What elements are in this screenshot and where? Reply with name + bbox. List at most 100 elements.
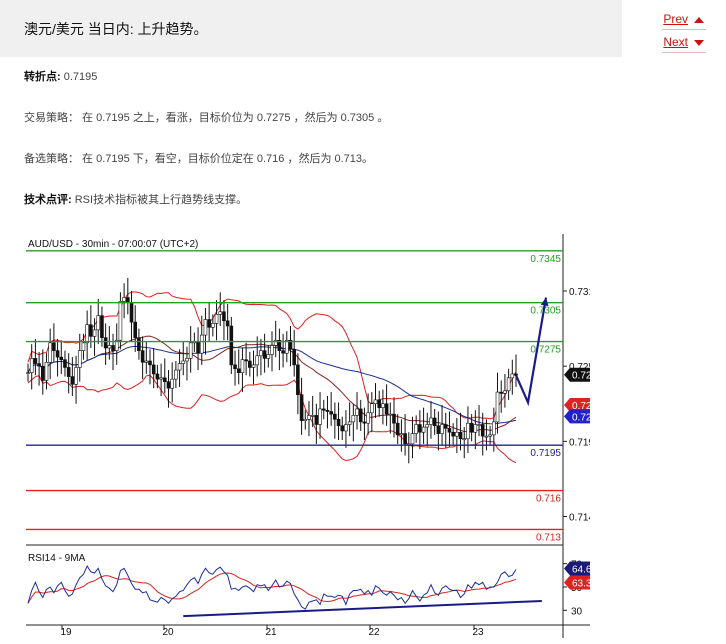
candle-body (355, 408, 359, 416)
nav-divider (662, 29, 706, 30)
candle-body (492, 421, 496, 436)
candle-body (403, 433, 407, 445)
candle-body (399, 433, 404, 436)
candle-body (218, 311, 223, 315)
candle-body (33, 358, 38, 364)
price-tag-label: 0.72173 (572, 412, 590, 423)
candle-body (347, 421, 352, 425)
candle-body (477, 424, 481, 426)
next-label: Next (663, 35, 688, 49)
prev-link[interactable]: Prev (663, 12, 704, 26)
candle-body (495, 391, 500, 423)
candle-body (392, 413, 396, 424)
candle-body (199, 334, 204, 354)
next-link[interactable]: Next (663, 35, 704, 49)
candle-body (314, 415, 319, 425)
candle-body (103, 337, 108, 349)
candle-body (373, 399, 378, 405)
candle-body (466, 422, 470, 440)
candle-body (74, 367, 78, 385)
x-tick-label: 19 (60, 627, 72, 638)
alternative-text: 备选策略： 在 0.7195 下，看空，目标价位定在 0.716 ，然后为 0.… (24, 153, 374, 165)
candle-body (40, 365, 45, 381)
candle-body (333, 413, 337, 420)
candle-body (29, 358, 34, 373)
candle-body (63, 359, 67, 368)
candle-body (303, 419, 308, 421)
candle-body (66, 367, 71, 377)
candle-body (59, 356, 64, 360)
candle-body (447, 428, 452, 433)
candle-body (133, 321, 138, 338)
candle-body (166, 381, 171, 389)
price-tag-label: 0.72494 (572, 371, 590, 382)
candle-body (325, 409, 330, 412)
candle-body (296, 364, 300, 395)
candle-body (111, 345, 115, 351)
candle-body (321, 408, 326, 411)
candle-body (188, 342, 193, 359)
x-tick-label: 21 (265, 627, 277, 638)
rsi-title: RSI14 - 9MA (28, 553, 86, 564)
pivot-label: 转折点: (24, 71, 61, 83)
candle-body (432, 417, 437, 427)
candle-body (318, 408, 322, 425)
strategy-text: 交易策略： 在 0.7195 之上，看涨，目标价位为 0.7275 ，然后为 0… (24, 112, 389, 124)
candle-body (414, 424, 418, 434)
candle-body (55, 350, 60, 358)
candle-body (358, 408, 363, 423)
candle-body (44, 361, 49, 381)
candle-body (148, 360, 152, 366)
candle-body (510, 373, 515, 379)
candle-body (222, 311, 226, 322)
candle-body (170, 378, 174, 389)
y-tick-label: 0.7314 (569, 287, 590, 298)
candle-body (344, 424, 348, 432)
candle-body (52, 342, 56, 351)
candle-body (362, 421, 367, 424)
level-label: 0.713 (536, 532, 561, 543)
title-bar: 澳元/美元 当日内: 上升趋势。 (0, 0, 622, 57)
candle-body (96, 315, 101, 331)
pivot-line: 转折点: 0.7195 (24, 68, 97, 84)
candle-body (37, 363, 41, 367)
candle-body (240, 359, 245, 373)
chart-title: AUD/USD - 30min - 07:00:07 (UTC+2) (28, 239, 198, 250)
candle-body (214, 314, 219, 324)
candle-body (266, 354, 271, 359)
candle-body (443, 424, 448, 429)
candle-body (418, 424, 422, 433)
candle-body (244, 359, 248, 362)
candle-body (480, 424, 485, 437)
level-label: 0.716 (536, 494, 561, 505)
rsi-ma-label: 63.3288 (572, 579, 590, 590)
candle-body (299, 394, 304, 421)
candle-body (196, 341, 200, 354)
candle-body (262, 350, 267, 359)
candle-body (307, 415, 311, 420)
candle-body (410, 433, 415, 445)
candle-body (351, 415, 356, 423)
candle-body (126, 297, 130, 303)
candle-body (436, 425, 441, 434)
price-axis: 0.73140.72560.71980.71400.724940.722600.… (563, 287, 590, 523)
candle-body (140, 350, 145, 363)
comment-label: 技术点评: (24, 194, 72, 206)
candle-body (181, 360, 186, 364)
candle-body (340, 425, 345, 432)
candle-body (421, 426, 426, 433)
candle-body (370, 403, 374, 414)
candle-body (144, 360, 149, 363)
candle-body (440, 424, 444, 434)
x-tick-label: 20 (162, 627, 174, 638)
comment-line: 技术点评: RSI技术指标被其上行趋势线支撑。 (24, 191, 247, 207)
candle-body (455, 431, 459, 437)
candle-body (70, 376, 75, 385)
candle-body (469, 422, 474, 433)
candle-body (207, 319, 211, 328)
comment-text: RSI技术指标被其上行趋势线支撑。 (74, 194, 248, 206)
candle-body (484, 435, 489, 438)
candle-body (425, 424, 430, 428)
candle-body (255, 355, 260, 366)
candle-body (162, 377, 167, 383)
